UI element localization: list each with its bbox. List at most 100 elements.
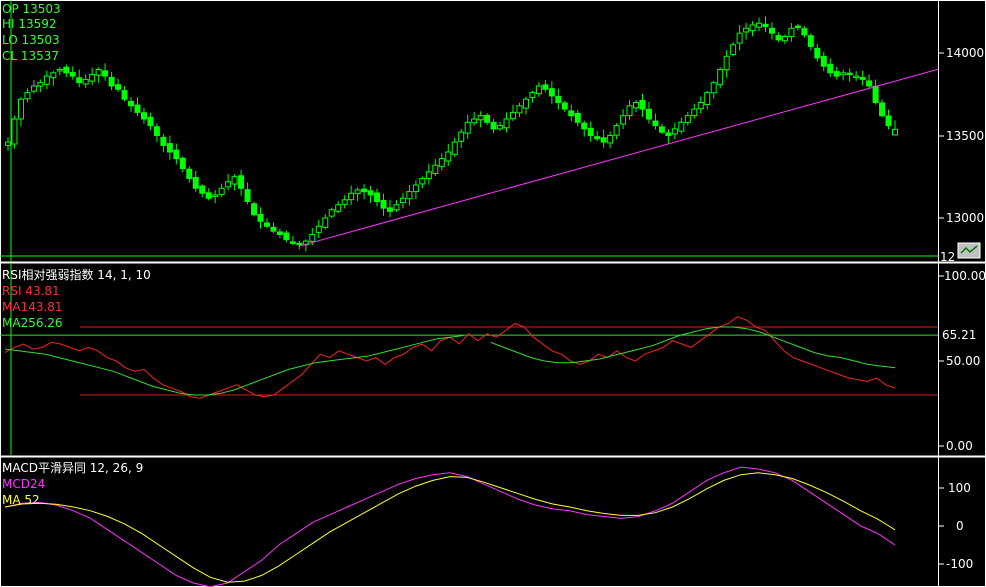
- candle-body: [263, 222, 270, 227]
- candle-body: [205, 192, 212, 199]
- candle-body: [160, 136, 167, 146]
- candle-body: [445, 151, 452, 162]
- candle-body: [477, 115, 484, 121]
- candle-body: [166, 143, 173, 153]
- candle-body: [296, 242, 303, 246]
- rsi-level-readout: 65.21: [942, 328, 976, 342]
- candle-body: [367, 190, 374, 196]
- candle-body: [645, 108, 652, 120]
- macd-panel[interactable]: [4, 466, 896, 587]
- rsi-ma2-series-line-segment: [490, 326, 896, 369]
- candle-body: [749, 24, 756, 32]
- rsi-axis: 100.00 50.00 0.00 65.21: [938, 269, 986, 453]
- candle-body: [503, 118, 510, 129]
- candle-body: [328, 209, 335, 217]
- candle-body: [231, 176, 238, 185]
- candle-body: [212, 194, 219, 197]
- candle-body: [121, 90, 128, 100]
- candle-body: [607, 135, 614, 144]
- candle-body: [892, 128, 898, 136]
- macd-ma-series-line: [4, 472, 896, 583]
- candle-body: [561, 102, 568, 110]
- candle-body: [69, 72, 76, 77]
- candle-body: [89, 73, 96, 82]
- candle-body: [425, 171, 432, 180]
- candle-body: [451, 141, 458, 155]
- candle-body: [251, 203, 258, 216]
- candle-body: [186, 168, 193, 179]
- candle-body: [315, 225, 322, 233]
- candle-body: [859, 76, 866, 80]
- candle-body: [108, 76, 115, 87]
- candle-body: [620, 115, 627, 125]
- candle-body: [568, 110, 575, 117]
- candle-body: [658, 126, 665, 133]
- candle-body: [490, 121, 497, 130]
- candle-body: [827, 63, 834, 74]
- candle-body: [464, 121, 471, 134]
- candle-body: [594, 136, 601, 140]
- price-tick-label-13000: 13000: [946, 211, 984, 225]
- candle-body: [393, 204, 400, 211]
- candle-body: [600, 137, 607, 143]
- candle-body: [37, 82, 44, 87]
- price-panel[interactable]: [0, 0, 939, 262]
- candle-body: [671, 128, 678, 135]
- chart-options-icon[interactable]: [957, 242, 981, 259]
- candle-body: [522, 98, 529, 109]
- candle-body: [50, 72, 57, 79]
- rsi-legend-ma1: MA143.81: [2, 300, 63, 314]
- candle-body: [678, 121, 685, 132]
- candle-body: [270, 226, 277, 232]
- trendline[interactable]: [299, 68, 939, 247]
- macd-tick-label-100: 100: [948, 481, 971, 495]
- candle-body: [438, 158, 445, 168]
- candle-body: [697, 102, 704, 110]
- rsi-legend-rsi: RSI 43.81: [2, 284, 60, 298]
- candle-body: [24, 92, 31, 100]
- candle-body: [179, 157, 186, 169]
- candle-body: [587, 127, 594, 137]
- candle-body: [218, 187, 225, 195]
- macd-tick-label-0: 0: [956, 519, 964, 533]
- candle-body: [380, 199, 387, 209]
- rsi-panel[interactable]: [0, 264, 938, 455]
- candle-body: [853, 75, 860, 79]
- candle-body: [374, 192, 381, 203]
- candle-body: [341, 199, 348, 205]
- candle-body: [76, 77, 83, 84]
- candle-body: [406, 191, 413, 200]
- candle-body: [529, 92, 536, 98]
- candle-body: [153, 126, 160, 136]
- candle-body: [225, 181, 232, 188]
- candle-body: [82, 78, 89, 85]
- price-axis: 14000 13500 13000 12: [938, 46, 984, 264]
- open-readout: OP 13503: [2, 2, 61, 16]
- candle-body: [43, 75, 50, 85]
- candle-body: [833, 71, 840, 77]
- candle-body: [348, 192, 355, 201]
- candle-body: [17, 98, 24, 120]
- candle-body: [633, 102, 640, 109]
- candle-body: [652, 120, 659, 127]
- candle-body: [11, 118, 18, 145]
- candle-body: [510, 111, 517, 120]
- macd-series-line: [4, 466, 896, 587]
- candle-body: [581, 122, 588, 130]
- price-bottom-label: 12: [940, 250, 955, 264]
- candle-body: [471, 118, 478, 124]
- candle-body: [665, 132, 672, 136]
- candle-body: [147, 116, 154, 127]
- candle-body: [710, 82, 717, 94]
- low-readout: LO 13503: [2, 33, 60, 47]
- macd-tick-label-neg100: -100: [946, 557, 973, 571]
- candle-body: [801, 28, 808, 36]
- chart-canvas: 14000 13500 13000 12 OP 13503 HI 13592 L…: [0, 0, 986, 587]
- candle-body: [354, 189, 361, 195]
- candle-body: [866, 80, 873, 87]
- candle-body: [807, 35, 814, 47]
- candle-body: [814, 47, 821, 59]
- candle-body: [30, 85, 37, 92]
- candle-body: [872, 85, 879, 103]
- candle-body: [846, 72, 853, 76]
